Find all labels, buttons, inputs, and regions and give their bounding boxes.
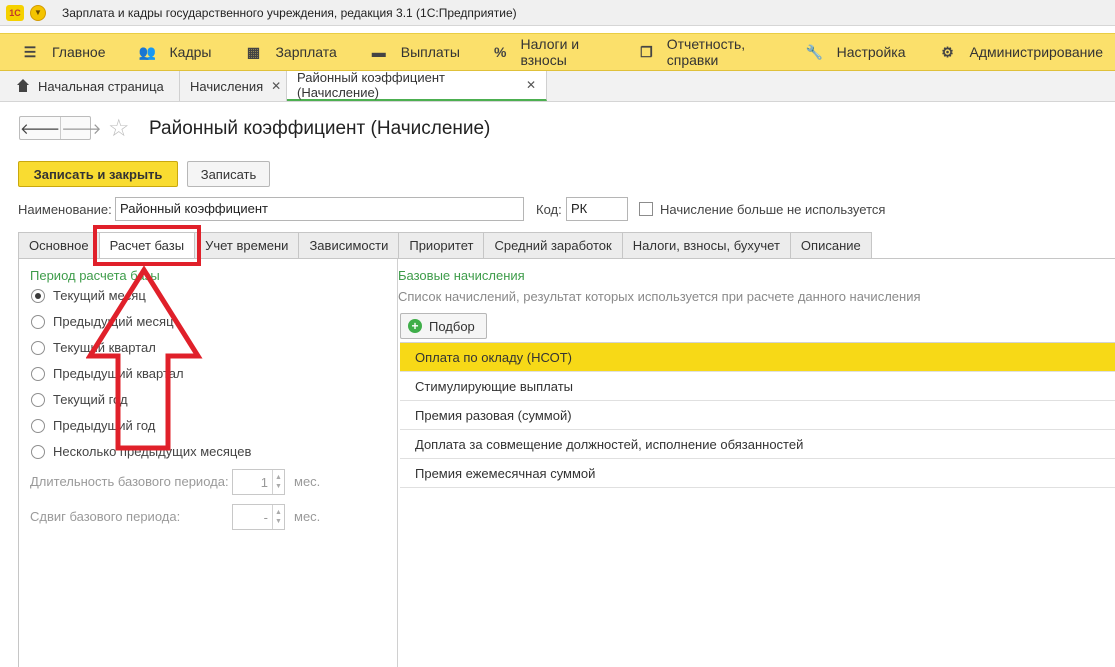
window-title-bar: 1С ▼ Зарплата и кадры государственного у… [0,0,1115,26]
close-icon[interactable]: ✕ [526,78,536,92]
wrench-icon: 🔧 [805,43,824,60]
list-item[interactable]: Доплата за совмещение должностей, исполн… [400,430,1115,459]
base-accruals-panel: Базовые начисления Список начислений, ре… [397,259,1115,667]
tab-dependencies[interactable]: Зависимости [298,232,399,259]
calculator-icon: ▦ [246,43,261,60]
name-field[interactable]: Районный коэффициент [115,197,524,221]
window-tab-regional-coefficient[interactable]: Районный коэффициент (Начисление) ✕ [287,70,547,101]
tab-taxes-accounting[interactable]: Налоги, взносы, бухучет [621,232,790,259]
annotation-highlight-box [93,225,201,266]
radio-icon [31,314,45,329]
name-label: Наименование: [18,202,112,217]
app-logo-icon[interactable]: 1С [6,4,24,21]
save-button[interactable]: Записать [187,161,270,187]
base-accruals-list: Оплата по окладу (НСОТ) Стимулирующие вы… [400,342,1115,488]
tab-priority[interactable]: Приоритет [398,232,484,259]
unused-checkbox-label: Начисление больше не используется [660,202,886,217]
base-group-title: Базовые начисления [398,268,525,283]
shift-unit: мес. [294,509,321,524]
gear-icon: ⚙ [941,43,954,60]
menu-item-reports[interactable]: ❐ Отчетность, справки [618,34,784,70]
wallet-icon: ▬ [371,44,386,60]
radio-icon [31,366,45,381]
shift-stepper[interactable]: - ▲ ▼ [232,504,285,530]
documents-icon: ❐ [640,43,653,60]
hamburger-icon: ☰ [23,43,37,60]
tab-main[interactable]: Основное [18,232,99,259]
list-item[interactable]: Оплата по окладу (НСОТ) [400,343,1115,372]
radio-icon [31,392,45,407]
back-arrow-icon[interactable]: 🡐 [20,117,60,139]
stepper-arrows-icon[interactable]: ▲ ▼ [272,470,284,494]
list-item[interactable]: Стимулирующие выплаты [400,372,1115,401]
code-label: Код: [536,202,562,217]
tab-average-earnings[interactable]: Средний заработок [483,232,622,259]
duration-label: Длительность базового периода: [30,474,229,489]
people-icon: 👥 [138,43,157,60]
window-tab-accruals[interactable]: Начисления ✕ [180,71,287,101]
menu-item-taxes[interactable]: % Налоги и взносы [472,34,618,70]
window-tab-home[interactable]: Начальная страница [0,71,180,101]
radio-selected-icon [31,288,45,303]
select-button[interactable]: + Подбор [400,313,487,339]
list-item[interactable]: Премия ежемесячная суммой [400,459,1115,488]
main-menu-bar: ☰ Главное 👥 Кадры ▦ Зарплата ▬ Выплаты % Нало… [0,33,1115,71]
tab-time-accounting[interactable]: Учет времени [194,232,299,259]
duration-stepper[interactable]: 1 ▲ ▼ [232,469,285,495]
percent-icon: % [493,44,507,60]
plus-icon: + [408,319,422,333]
tab-description[interactable]: Описание [789,232,872,259]
forward-arrow-icon[interactable]: 🡒 [60,117,101,139]
radio-icon [31,418,45,433]
menu-item-main[interactable]: ☰ Главное [0,34,118,70]
favorite-star-icon[interactable]: ☆ [108,114,130,143]
base-description: Список начислений, результат которых исп… [398,289,921,304]
close-icon[interactable]: ✕ [271,79,281,93]
save-and-close-button[interactable]: Записать и закрыть [18,161,178,187]
stepper-arrows-icon[interactable]: ▲ ▼ [272,505,284,529]
menu-item-payments[interactable]: ▬ Выплаты [349,34,472,70]
window-title: Зарплата и кадры государственного учрежд… [62,5,517,20]
annotation-arrow-icon [86,266,203,451]
home-icon [16,79,30,93]
navigation-buttons: 🡐 🡒 [19,116,101,140]
menu-item-salary[interactable]: ▦ Зарплата [223,34,348,70]
main-menu-icon[interactable]: ▼ [30,4,46,21]
duration-unit: мес. [294,474,321,489]
radio-icon [31,444,45,459]
menu-item-settings[interactable]: 🔧 Настройка [785,34,918,70]
shift-label: Сдвиг базового периода: [30,509,181,524]
menu-item-hr[interactable]: 👥 Кадры [118,34,224,70]
open-windows-bar: Начальная страница Начисления ✕ Районный… [0,70,1115,102]
list-item[interactable]: Премия разовая (суммой) [400,401,1115,430]
page-title: Районный коэффициент (Начисление) [149,118,491,139]
menu-item-admin[interactable]: ⚙ Администрирование [918,34,1115,70]
code-field[interactable]: РК [566,197,628,221]
radio-icon [31,340,45,355]
unused-checkbox[interactable] [639,202,653,216]
period-panel: Период расчета базы Текущий месяц Предыд… [18,259,398,667]
